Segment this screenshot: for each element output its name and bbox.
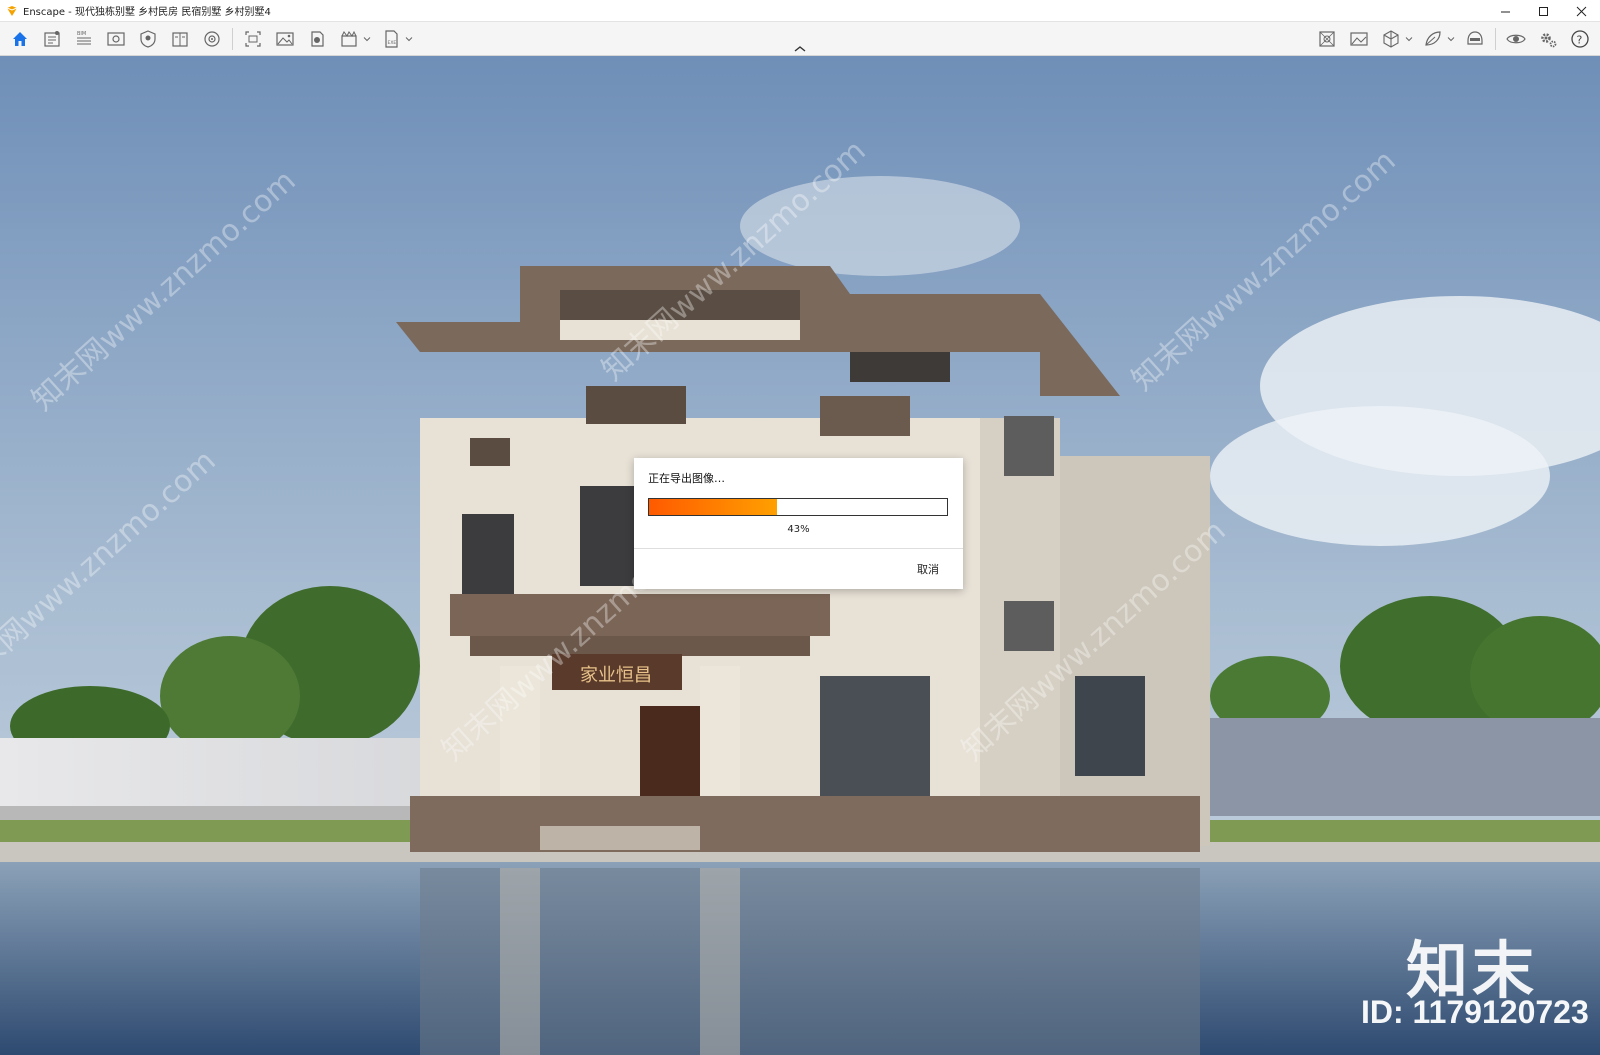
batch-render-dropdown[interactable] [362,26,372,52]
maximize-icon [1538,6,1548,16]
helmet-icon [1467,31,1483,45]
minimize-icon [1500,11,1510,12]
export-dropdown[interactable] [404,26,414,52]
asset-library-button[interactable] [39,26,65,52]
material-button[interactable] [1420,26,1446,52]
eye-icon [1506,34,1526,44]
collapse-toolbar-icon[interactable] [792,44,808,54]
settings-button[interactable] [1535,26,1561,52]
dialog-title: 正在导出图像… [648,472,725,485]
title-bar: Enscape - 现代独栋别墅 乡村民房 民宿别墅 乡村别墅4 [0,0,1600,22]
render-image-button[interactable] [272,26,298,52]
svg-text:EXE: EXE [388,40,397,46]
chevron-down-icon [363,37,371,42]
views-button[interactable] [103,26,129,52]
progress-bar-fill [649,499,777,515]
render-image-icon [276,32,294,46]
atmosphere-icon [1319,31,1335,47]
batch-render-icon [341,30,357,47]
visibility-button[interactable] [1503,26,1529,52]
bim-button[interactable]: BIM [71,26,97,52]
svg-text:BIM: BIM [77,31,86,37]
progress-percent-label: 43% [787,524,810,535]
window-controls [1486,0,1600,22]
asset-library-icon [44,31,60,47]
close-icon [1576,6,1586,16]
panorama-button[interactable] [304,26,330,52]
home-button[interactable] [7,26,33,52]
toolbar-left-group: BIM EXE [4,26,417,52]
screenshot-button[interactable] [240,26,266,52]
maximize-button[interactable] [1524,0,1562,22]
chevron-down-icon [1447,37,1455,42]
export-progress-dialog: 正在导出图像… 43% 取消 [634,458,963,589]
home-icon [13,32,27,46]
enscape-logo-icon [6,5,18,16]
compare-button[interactable] [167,26,193,52]
visual-settings-icon [1350,32,1368,46]
toolbar-right-group: ? [1311,26,1596,52]
cancel-button[interactable]: 取消 [917,561,939,577]
cube-dropdown[interactable] [1404,26,1414,52]
atmosphere-button[interactable] [1314,26,1340,52]
safe-frame-button[interactable] [135,26,161,52]
chevron-down-icon [405,37,413,42]
progress-bar [648,498,948,516]
panorama-icon [311,31,324,47]
headset-button[interactable] [1462,26,1488,52]
material-icon [1425,31,1441,46]
dialog-divider [634,548,963,549]
image-id-label: ID: 1179120723 [1361,994,1589,1030]
vr-button[interactable] [199,26,225,52]
visual-settings-button[interactable] [1346,26,1372,52]
export-exe-icon: EXE [385,30,398,48]
window-title: Enscape - 现代独栋别墅 乡村民房 民宿别墅 乡村别墅4 [23,7,271,18]
bim-icon: BIM [77,31,91,45]
cube-button[interactable] [1378,26,1404,52]
svg-text:?: ? [1577,34,1583,47]
help-icon: ? [1571,30,1589,48]
material-dropdown[interactable] [1446,26,1456,52]
cube-icon [1383,30,1399,48]
toolbar-separator [1495,28,1496,50]
toolbar-separator [232,28,233,50]
batch-render-button[interactable] [336,26,362,52]
signboard-text: 家业恒昌 [580,665,652,686]
export-exe-button[interactable]: EXE [378,26,404,52]
vr-icon [204,31,220,47]
help-button[interactable]: ? [1567,26,1593,52]
safe-frame-icon [140,30,156,48]
close-button[interactable] [1562,0,1600,22]
screenshot-icon [245,31,261,47]
minimize-button[interactable] [1486,0,1524,22]
chevron-down-icon [1405,37,1413,42]
settings-icon [1541,33,1557,48]
view-icon [107,32,125,46]
compare-icon [172,32,188,47]
